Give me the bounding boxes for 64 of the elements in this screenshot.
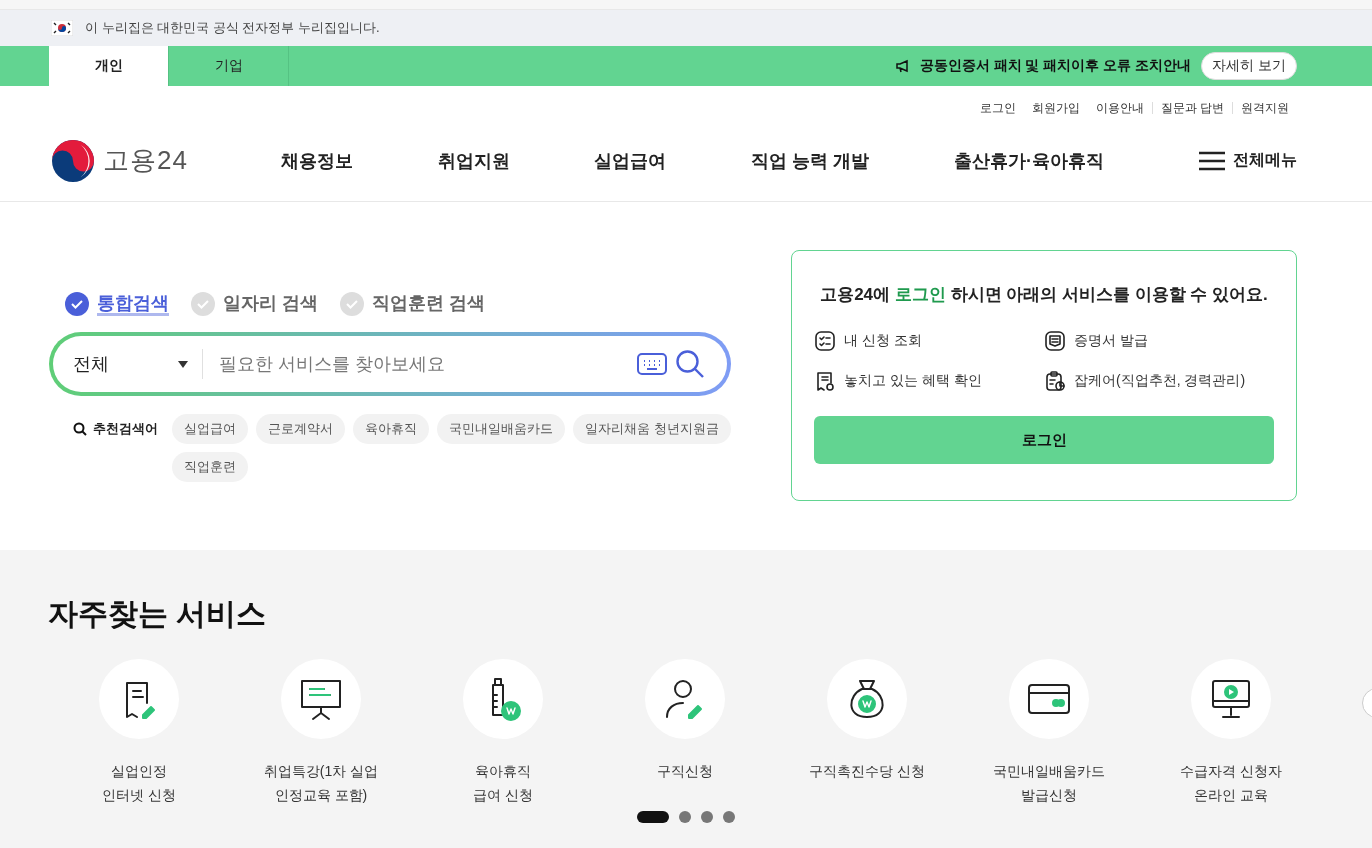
presentation-board-icon bbox=[298, 677, 344, 721]
keyword-chip[interactable]: 국민내일배움카드 bbox=[437, 414, 565, 444]
nav-menu-item[interactable]: 취업지원 bbox=[437, 148, 510, 173]
service-shortcut[interactable]: 수급자격 신청자 온라인 교육 bbox=[1140, 659, 1322, 807]
search-icon[interactable] bbox=[675, 349, 705, 379]
keyword-chip[interactable]: 실업급여 bbox=[172, 414, 248, 444]
service-link[interactable]: 증명서 발급 bbox=[1044, 330, 1274, 352]
search-icon bbox=[73, 422, 87, 436]
nav-menu-item[interactable]: 실업급여 bbox=[594, 148, 667, 173]
keyword-chip[interactable]: 직업훈련 bbox=[172, 452, 248, 482]
menu-icon bbox=[1199, 150, 1225, 171]
utility-link[interactable]: 원격지원 bbox=[1232, 102, 1297, 114]
check-circle-icon bbox=[340, 292, 364, 316]
nav-menu-item[interactable]: 직업 능력 개발 bbox=[751, 148, 870, 173]
utility-link[interactable]: 회원가입 bbox=[1023, 102, 1088, 114]
keyword-chip[interactable]: 일자리채움 청년지원금 bbox=[573, 414, 731, 444]
megaphone-icon bbox=[895, 59, 910, 73]
service-shortcut[interactable]: 구직신청 bbox=[594, 659, 776, 807]
certificate-icon bbox=[1044, 330, 1066, 352]
flag-icon bbox=[51, 20, 73, 36]
search-type-option[interactable]: 직업훈련 검색 bbox=[340, 292, 486, 316]
service-link[interactable]: 놓치고 있는 혜택 확인 bbox=[814, 370, 1044, 392]
notice-text: 공동인증서 패치 및 패치이후 오류 조치안내 bbox=[919, 57, 1192, 75]
check-circle-icon bbox=[65, 292, 89, 316]
keyword-chip[interactable]: 근로계약서 bbox=[256, 414, 345, 444]
service-shortcut[interactable]: 국민내일배움카드 발급신청 bbox=[958, 659, 1140, 807]
service-shortcut[interactable]: 취업특강(1차 실업 인정교육 포함) bbox=[230, 659, 412, 807]
utility-link[interactable]: 로그인 bbox=[971, 102, 1024, 114]
pager-dot[interactable] bbox=[723, 811, 735, 823]
login-button[interactable]: 로그인 bbox=[814, 416, 1274, 464]
all-menu-button[interactable]: 전체메뉴 bbox=[1199, 150, 1297, 171]
card-icon bbox=[1027, 682, 1071, 716]
service-shortcut[interactable]: 구직촉진수당 신청 bbox=[776, 659, 958, 807]
search-field[interactable]: 전체 필요한 서비스를 찾아보세요 bbox=[49, 332, 731, 396]
video-monitor-icon bbox=[1209, 677, 1253, 721]
login-prompt-text: 고용24에 로그인 하시면 아래의 서비스를 이용할 수 있어요. bbox=[819, 284, 1269, 306]
nav-menu-item[interactable]: 채용정보 bbox=[281, 148, 353, 173]
audience-tab[interactable]: 기업 bbox=[169, 46, 289, 86]
utility-link[interactable]: 이용안내 bbox=[1087, 102, 1152, 114]
check-circle-icon bbox=[191, 292, 215, 316]
details-button[interactable]: 자세히 보기 bbox=[1201, 52, 1297, 80]
logo[interactable]: 고용24 bbox=[51, 138, 251, 183]
service-link[interactable]: 내 신청 조회 bbox=[814, 330, 1044, 352]
receipt-icon bbox=[814, 370, 836, 392]
clipboard-chart-icon bbox=[1044, 370, 1066, 392]
gov-notice-text: 이 누리집은 대한민국 공식 전자정부 누리집입니다. bbox=[85, 19, 380, 37]
pager-dot[interactable] bbox=[701, 811, 713, 823]
checklist-icon bbox=[814, 330, 836, 352]
caret-icon bbox=[178, 360, 188, 368]
recommended-keywords-label: 추천검색어 bbox=[93, 420, 158, 438]
search-type-option[interactable]: 통합검색 bbox=[65, 292, 169, 316]
service-link[interactable]: 잡케어(직업추천, 경력관리) bbox=[1044, 370, 1274, 392]
search-type-option[interactable]: 일자리 검색 bbox=[191, 292, 318, 316]
audience-tab[interactable]: 개인 bbox=[49, 46, 169, 86]
taegeuk-logo-icon bbox=[51, 138, 95, 183]
service-shortcut[interactable]: 실업인정 인터넷 신청 bbox=[48, 659, 230, 807]
pager-dot[interactable] bbox=[679, 811, 691, 823]
section-title: 자주찾는 서비스 bbox=[48, 596, 268, 632]
utility-link[interactable]: 질문과 답변 bbox=[1151, 102, 1232, 114]
service-shortcut[interactable]: 육아휴직 급여 신청 bbox=[412, 659, 594, 807]
nav-menu-item[interactable]: 출산휴가·육아휴직 bbox=[953, 148, 1104, 173]
keyboard-icon[interactable] bbox=[637, 353, 667, 375]
login-link[interactable]: 로그인 bbox=[894, 285, 946, 304]
keyword-chip[interactable]: 육아휴직 bbox=[353, 414, 429, 444]
